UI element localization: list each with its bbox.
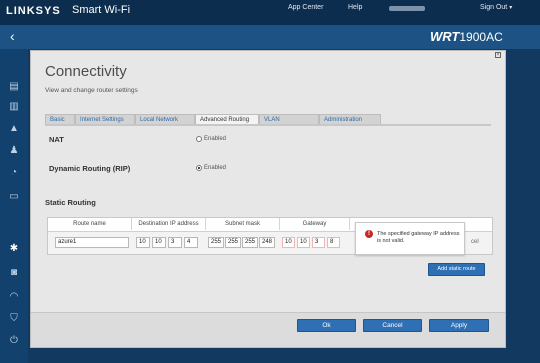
page-title: Connectivity (45, 63, 127, 80)
dest-ip-octet-4[interactable]: 4 (184, 237, 198, 248)
error-message: The specified gateway IP address is not … (377, 231, 460, 244)
parental-icon[interactable]: ♟ (7, 145, 21, 157)
rip-label: Dynamic Routing (RIP) (49, 164, 131, 173)
gear-icon[interactable]: ✱ (7, 243, 21, 255)
page-subtitle: View and change router settings (45, 87, 138, 94)
gateway-octet-4[interactable]: 8 (327, 237, 340, 248)
dest-ip-octet-1[interactable]: 10 (136, 237, 150, 248)
warning-icon[interactable]: ▲ (7, 123, 21, 135)
media-icon[interactable]: ▭ (7, 191, 21, 203)
wifi-icon[interactable]: ◠ (7, 291, 21, 303)
shield-icon[interactable]: ⛉ (7, 313, 21, 325)
brand-logo: LINKSYS (6, 5, 61, 17)
add-static-route-button[interactable]: Add static route (428, 263, 485, 276)
gateway-octet-2[interactable]: 10 (297, 237, 310, 248)
nat-label: NAT (49, 135, 64, 144)
row-cancel-link[interactable]: cel (471, 239, 479, 245)
cancel-button[interactable]: Cancel (363, 319, 422, 332)
ok-button[interactable]: Ok (297, 319, 356, 332)
connectivity-panel: × Connectivity View and change router se… (30, 50, 506, 348)
nat-enabled-radio[interactable] (196, 136, 202, 142)
sub-header: ‹ WRT1900AC (0, 25, 540, 49)
nat-enabled-label: Enabled (204, 136, 227, 142)
subnet-octet-2[interactable]: 255 (225, 237, 241, 248)
app-center-link[interactable]: App Center (288, 4, 323, 11)
model-number: 1900AC (459, 30, 503, 44)
gateway-octet-3[interactable]: 3 (312, 237, 325, 248)
error-tooltip: ! The specified gateway IP address is no… (355, 222, 465, 255)
device-icon[interactable]: ▥ (7, 101, 21, 113)
router-model: WRT1900AC (430, 29, 503, 44)
chevron-down-icon: ▾ (509, 5, 513, 11)
rip-enabled-radio[interactable] (196, 165, 202, 171)
back-chevron-icon[interactable]: ‹ (10, 28, 15, 44)
static-routing-title: Static Routing (45, 198, 96, 207)
speed-icon[interactable]: ◔ (7, 167, 21, 179)
tab-underline (45, 124, 491, 126)
subnet-octet-4[interactable]: 248 (259, 237, 275, 248)
rip-enabled-label: Enabled (204, 165, 227, 171)
sign-out-label: Sign Out (480, 4, 508, 11)
close-icon[interactable]: × (495, 52, 501, 58)
user-account[interactable] (389, 6, 425, 11)
model-brand: WRT (430, 29, 460, 44)
subnet-octet-3[interactable]: 255 (242, 237, 258, 248)
column-header: Destination IP address (132, 218, 206, 230)
bar-chart-icon[interactable]: ▤ (7, 81, 21, 93)
sidebar: ▤ ▥ ▲ ♟ ◔ ▭ ✱ ◙ ◠ ⛉ ⏻ (0, 49, 28, 363)
column-header: Route name (48, 218, 132, 230)
dest-ip-octet-3[interactable]: 3 (168, 237, 182, 248)
dest-ip-octet-2[interactable]: 10 (152, 237, 166, 248)
help-link[interactable]: Help (348, 4, 362, 11)
power-icon[interactable]: ⏻ (7, 335, 21, 347)
top-header: LINKSYS Smart Wi-Fi App Center Help Sign… (0, 0, 540, 25)
gateway-octet-1[interactable]: 10 (282, 237, 295, 248)
route-name-input[interactable]: azure1 (55, 237, 129, 248)
sign-out-link[interactable]: Sign Out ▾ (480, 4, 512, 11)
product-name: Smart Wi-Fi (72, 4, 131, 16)
camera-icon[interactable]: ◙ (7, 267, 21, 279)
column-header: Gateway (280, 218, 350, 230)
column-header: Subnet mask (206, 218, 280, 230)
apply-button[interactable]: Apply (429, 319, 489, 332)
subnet-octet-1[interactable]: 255 (208, 237, 224, 248)
error-icon: ! (365, 230, 373, 238)
